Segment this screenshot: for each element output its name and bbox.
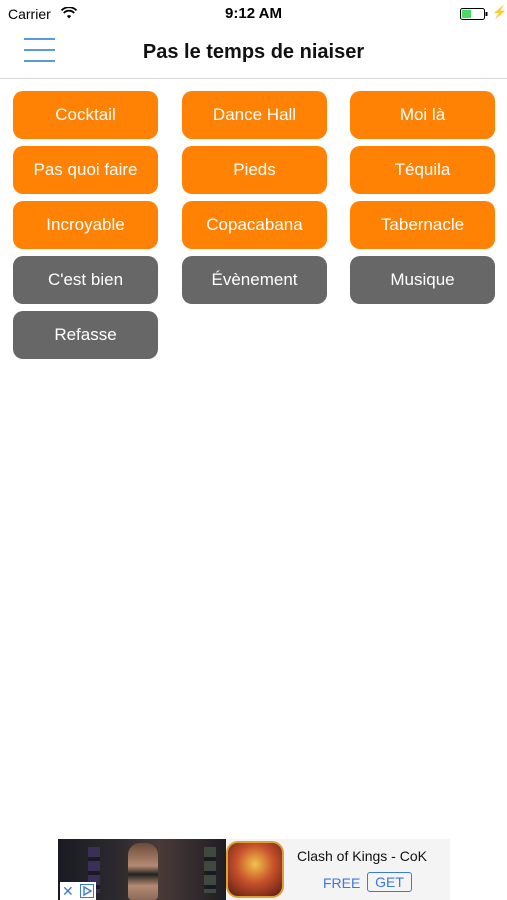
- sound-button-tabernacle[interactable]: Tabernacle: [350, 201, 495, 249]
- battery-icon: [460, 8, 488, 20]
- charging-bolt-icon: ⚡: [492, 5, 507, 19]
- ad-get-button[interactable]: GET: [367, 872, 412, 892]
- nav-bar: Pas le temps de niaiser: [0, 28, 507, 79]
- sound-button-grid: Cocktail Dance Hall Moi là Pas quoi fair…: [0, 90, 507, 370]
- sound-button-cocktail[interactable]: Cocktail: [13, 91, 158, 139]
- ad-banner[interactable]: Clash of Kings - CoK FREE GET ✕: [58, 839, 450, 900]
- ad-price-label: FREE: [323, 875, 361, 891]
- sound-button-incroyable[interactable]: Incroyable: [13, 201, 158, 249]
- sound-button-dance-hall[interactable]: Dance Hall: [182, 91, 327, 139]
- page-title: Pas le temps de niaiser: [142, 41, 365, 63]
- ad-image-detail: [204, 847, 216, 893]
- ad-close-icon[interactable]: ✕: [62, 882, 74, 900]
- sound-button-musique[interactable]: Musique: [350, 256, 495, 304]
- sound-button-moi-la[interactable]: Moi là: [350, 91, 495, 139]
- adchoices-icon[interactable]: [80, 884, 94, 898]
- adchoices-area: ✕: [60, 882, 96, 900]
- sound-button-tequila[interactable]: Téquila: [350, 146, 495, 194]
- ad-image-figure: [128, 843, 158, 900]
- ad-app-icon: [226, 841, 284, 898]
- status-bar: Carrier 9:12 AM ⚡: [0, 0, 507, 28]
- sound-button-cest-bien[interactable]: C'est bien: [13, 256, 158, 304]
- sound-button-pieds[interactable]: Pieds: [182, 146, 327, 194]
- sound-button-copacabana[interactable]: Copacabana: [182, 201, 327, 249]
- ad-app-name: Clash of Kings - CoK: [297, 848, 427, 864]
- status-time: 9:12 AM: [225, 5, 282, 22]
- sound-button-evenement[interactable]: Évènement: [182, 256, 327, 304]
- sound-button-pas-quoi-faire[interactable]: Pas quoi faire: [13, 146, 158, 194]
- sound-button-refasse[interactable]: Refasse: [13, 311, 158, 359]
